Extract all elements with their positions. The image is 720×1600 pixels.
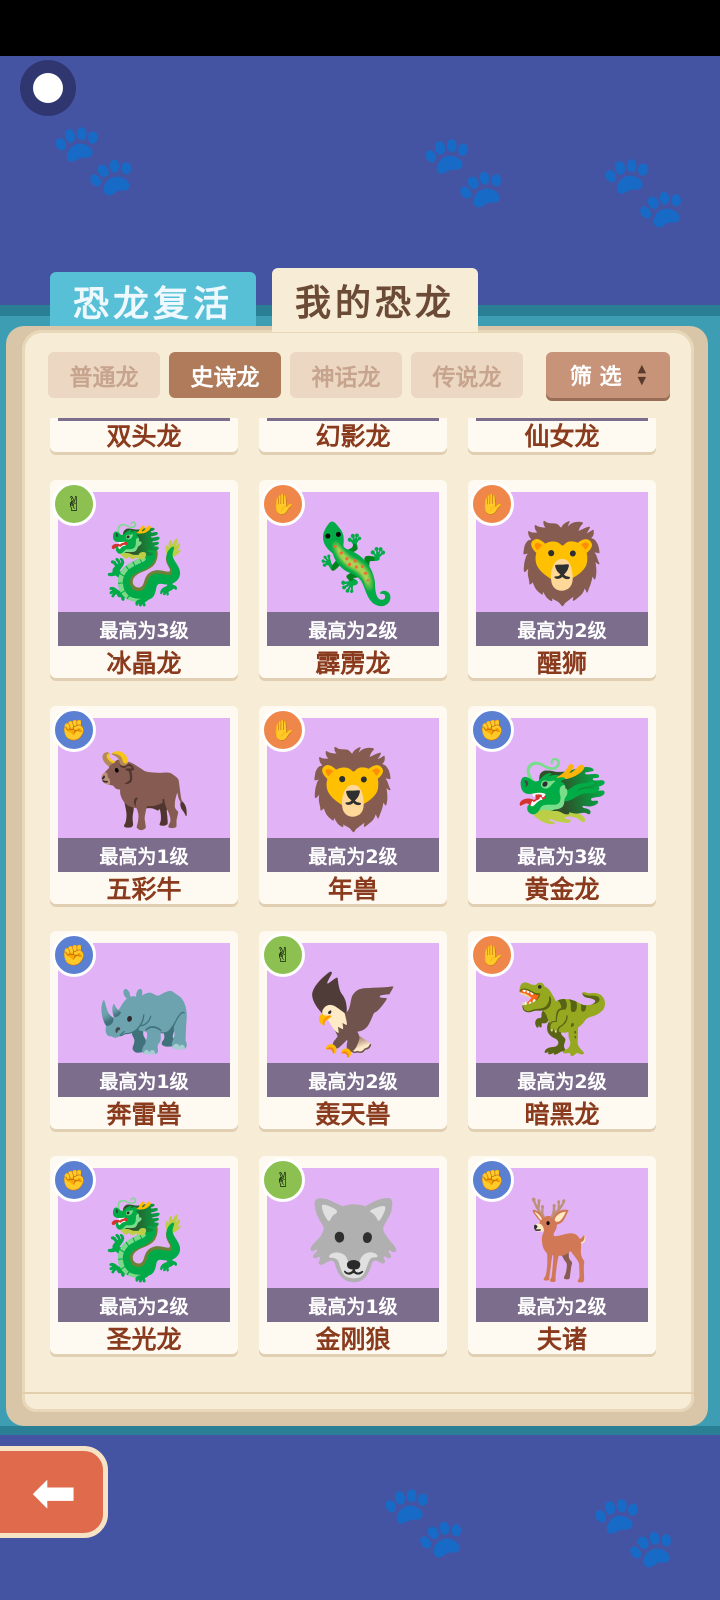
screen-label: 筛 选 xyxy=(569,365,622,390)
dinosaur-creature-icon: 🦁 xyxy=(304,745,402,836)
dinosaur-name: 五彩牛 xyxy=(106,875,182,904)
rock-hand-icon: ✊ xyxy=(470,708,514,752)
rock-hand-icon: ✊ xyxy=(52,1158,96,1202)
scissors-hand-icon: ✌ xyxy=(52,482,96,526)
rock-hand-icon: ✊ xyxy=(470,1158,514,1202)
dinosaur-creature-icon: 🐉 xyxy=(95,519,193,610)
dinosaur-card[interactable]: 仙女龙 xyxy=(468,418,656,452)
max-level-label: 最高为2级 xyxy=(58,1288,230,1322)
dinosaur-card[interactable]: 🦌 最高为2级夫诸 ✊ xyxy=(468,1156,656,1354)
dinosaur-name: 金刚狼 xyxy=(315,1325,391,1354)
dinosaur-name: 双头龙 xyxy=(106,422,182,451)
screen-button[interactable]: 筛 选 ▲ ▼ xyxy=(546,352,670,398)
status-bar xyxy=(0,0,720,56)
dinosaur-card[interactable]: 🦁 最高为2级年兽 ✋ xyxy=(259,706,447,904)
dinosaur-card[interactable]: 🦏 最高为1级奔雷兽 ✊ xyxy=(50,931,238,1129)
sort-arrows-icon: ▲ ▼ xyxy=(637,362,647,387)
dinosaur-creature-icon: 🦎 xyxy=(304,519,402,610)
paper-hand-icon: ✋ xyxy=(470,933,514,977)
back-arrow-icon: ⬅ xyxy=(31,1460,77,1524)
max-level-label: 最高为2级 xyxy=(476,1063,648,1097)
dinosaur-card[interactable]: 🦅 最高为2级轰天兽 ✌ xyxy=(259,931,447,1129)
scissors-hand-icon: ✌ xyxy=(261,933,305,977)
dinosaur-creature-icon: 🐉 xyxy=(95,1195,193,1286)
dinosaur-name: 黄金龙 xyxy=(524,875,600,904)
dinosaur-creature-icon: 🦌 xyxy=(513,1195,611,1286)
scissors-hand-icon: ✌ xyxy=(261,1158,305,1202)
dinosaur-creature-icon: 🐂 xyxy=(95,745,193,836)
max-level-label: 最高为2级 xyxy=(476,612,648,646)
tab-dinosaur-revive[interactable]: 恐龙复活 xyxy=(50,272,256,330)
filter-legendary[interactable]: 传说龙 xyxy=(411,352,523,398)
dinosaur-creature-icon: 🐺 xyxy=(304,1195,402,1286)
paper-hand-icon: ✋ xyxy=(470,482,514,526)
dinosaur-card[interactable]: 🐲 最高为3级黄金龙 ✊ xyxy=(468,706,656,904)
back-button[interactable]: ⬅ xyxy=(0,1446,108,1538)
dinosaur-name: 暗黑龙 xyxy=(524,1100,600,1129)
dinosaur-card[interactable]: 🐉 最高为3级冰晶龙 ✌ xyxy=(50,480,238,678)
dinosaur-name: 醒狮 xyxy=(536,649,587,678)
dinosaur-creature-icon: 🦏 xyxy=(95,970,193,1061)
dinosaur-card[interactable]: 🦁 最高为2级醒狮 ✋ xyxy=(468,480,656,678)
paw-print-icon: 🐾 xyxy=(420,130,508,212)
dinosaur-name: 霹雳龙 xyxy=(315,649,391,678)
max-level-label: 最高为3级 xyxy=(476,838,648,872)
dinosaur-name: 冰晶龙 xyxy=(106,649,182,678)
max-level-label: 最高为1级 xyxy=(58,1063,230,1097)
dinosaur-card[interactable]: 🐉 最高为2级圣光龙 ✊ xyxy=(50,1156,238,1354)
max-level-label: 最高为2级 xyxy=(476,1288,648,1322)
dinosaur-creature-icon: 🐲 xyxy=(513,745,611,836)
rock-hand-icon: ✊ xyxy=(52,708,96,752)
rock-hand-icon: ✊ xyxy=(52,933,96,977)
dinosaur-card[interactable]: 🦖 最高为2级暗黑龙 ✋ xyxy=(468,931,656,1129)
dinosaur-name: 圣光龙 xyxy=(106,1325,182,1354)
dinosaur-name: 年兽 xyxy=(327,875,378,904)
dinosaur-card[interactable]: 🐺 最高为1级金刚狼 ✌ xyxy=(259,1156,447,1354)
dinosaur-name: 奔雷兽 xyxy=(106,1100,182,1129)
paw-print-icon: 🐾 xyxy=(50,118,138,200)
dinosaur-card[interactable]: 双头龙 xyxy=(50,418,238,452)
max-level-label: 最高为2级 xyxy=(267,1063,439,1097)
dinosaur-name: 轰天兽 xyxy=(315,1100,391,1129)
filter-epic[interactable]: 史诗龙 xyxy=(169,352,281,398)
floating-home-button[interactable] xyxy=(20,60,76,116)
filter-mythic[interactable]: 神话龙 xyxy=(290,352,402,398)
paper-hand-icon: ✋ xyxy=(261,708,305,752)
max-level-label: 最高为1级 xyxy=(267,1288,439,1322)
max-level-label: 最高为2级 xyxy=(267,612,439,646)
filter-common[interactable]: 普通龙 xyxy=(48,352,160,398)
max-level-label: 最高为2级 xyxy=(267,838,439,872)
paw-print-icon: 🐾 xyxy=(590,1490,678,1572)
page-edge xyxy=(22,1392,694,1412)
dinosaur-name: 幻影龙 xyxy=(315,422,391,451)
paper-hand-icon: ✋ xyxy=(261,482,305,526)
dinosaur-card[interactable]: 🐂 最高为1级五彩牛 ✊ xyxy=(50,706,238,904)
dinosaur-name: 夫诸 xyxy=(536,1325,587,1354)
dinosaur-name: 仙女龙 xyxy=(524,422,600,451)
max-level-label: 最高为3级 xyxy=(58,612,230,646)
dinosaur-creature-icon: 🦅 xyxy=(304,970,402,1061)
paw-print-icon: 🐾 xyxy=(600,150,688,232)
tab-my-dinosaurs[interactable]: 我的恐龙 xyxy=(272,268,478,332)
dinosaur-creature-icon: 🦖 xyxy=(513,970,611,1061)
dinosaur-grid: 双头龙 幻影龙 仙女龙 🐉 最高为3级 冰晶龙 ✌ 🦎 最高为2级 霹雳龙 ✋ 🦁 最高为2级 醒狮… xyxy=(40,418,680,1380)
dinosaur-card[interactable]: 🦎 最高为2级霹雳龙 ✋ xyxy=(259,480,447,678)
max-level-label: 最高为1级 xyxy=(58,838,230,872)
dinosaur-creature-icon: 🦁 xyxy=(513,519,611,610)
dinosaur-card[interactable]: 幻影龙 xyxy=(259,418,447,452)
paw-print-icon: 🐾 xyxy=(380,1480,468,1562)
